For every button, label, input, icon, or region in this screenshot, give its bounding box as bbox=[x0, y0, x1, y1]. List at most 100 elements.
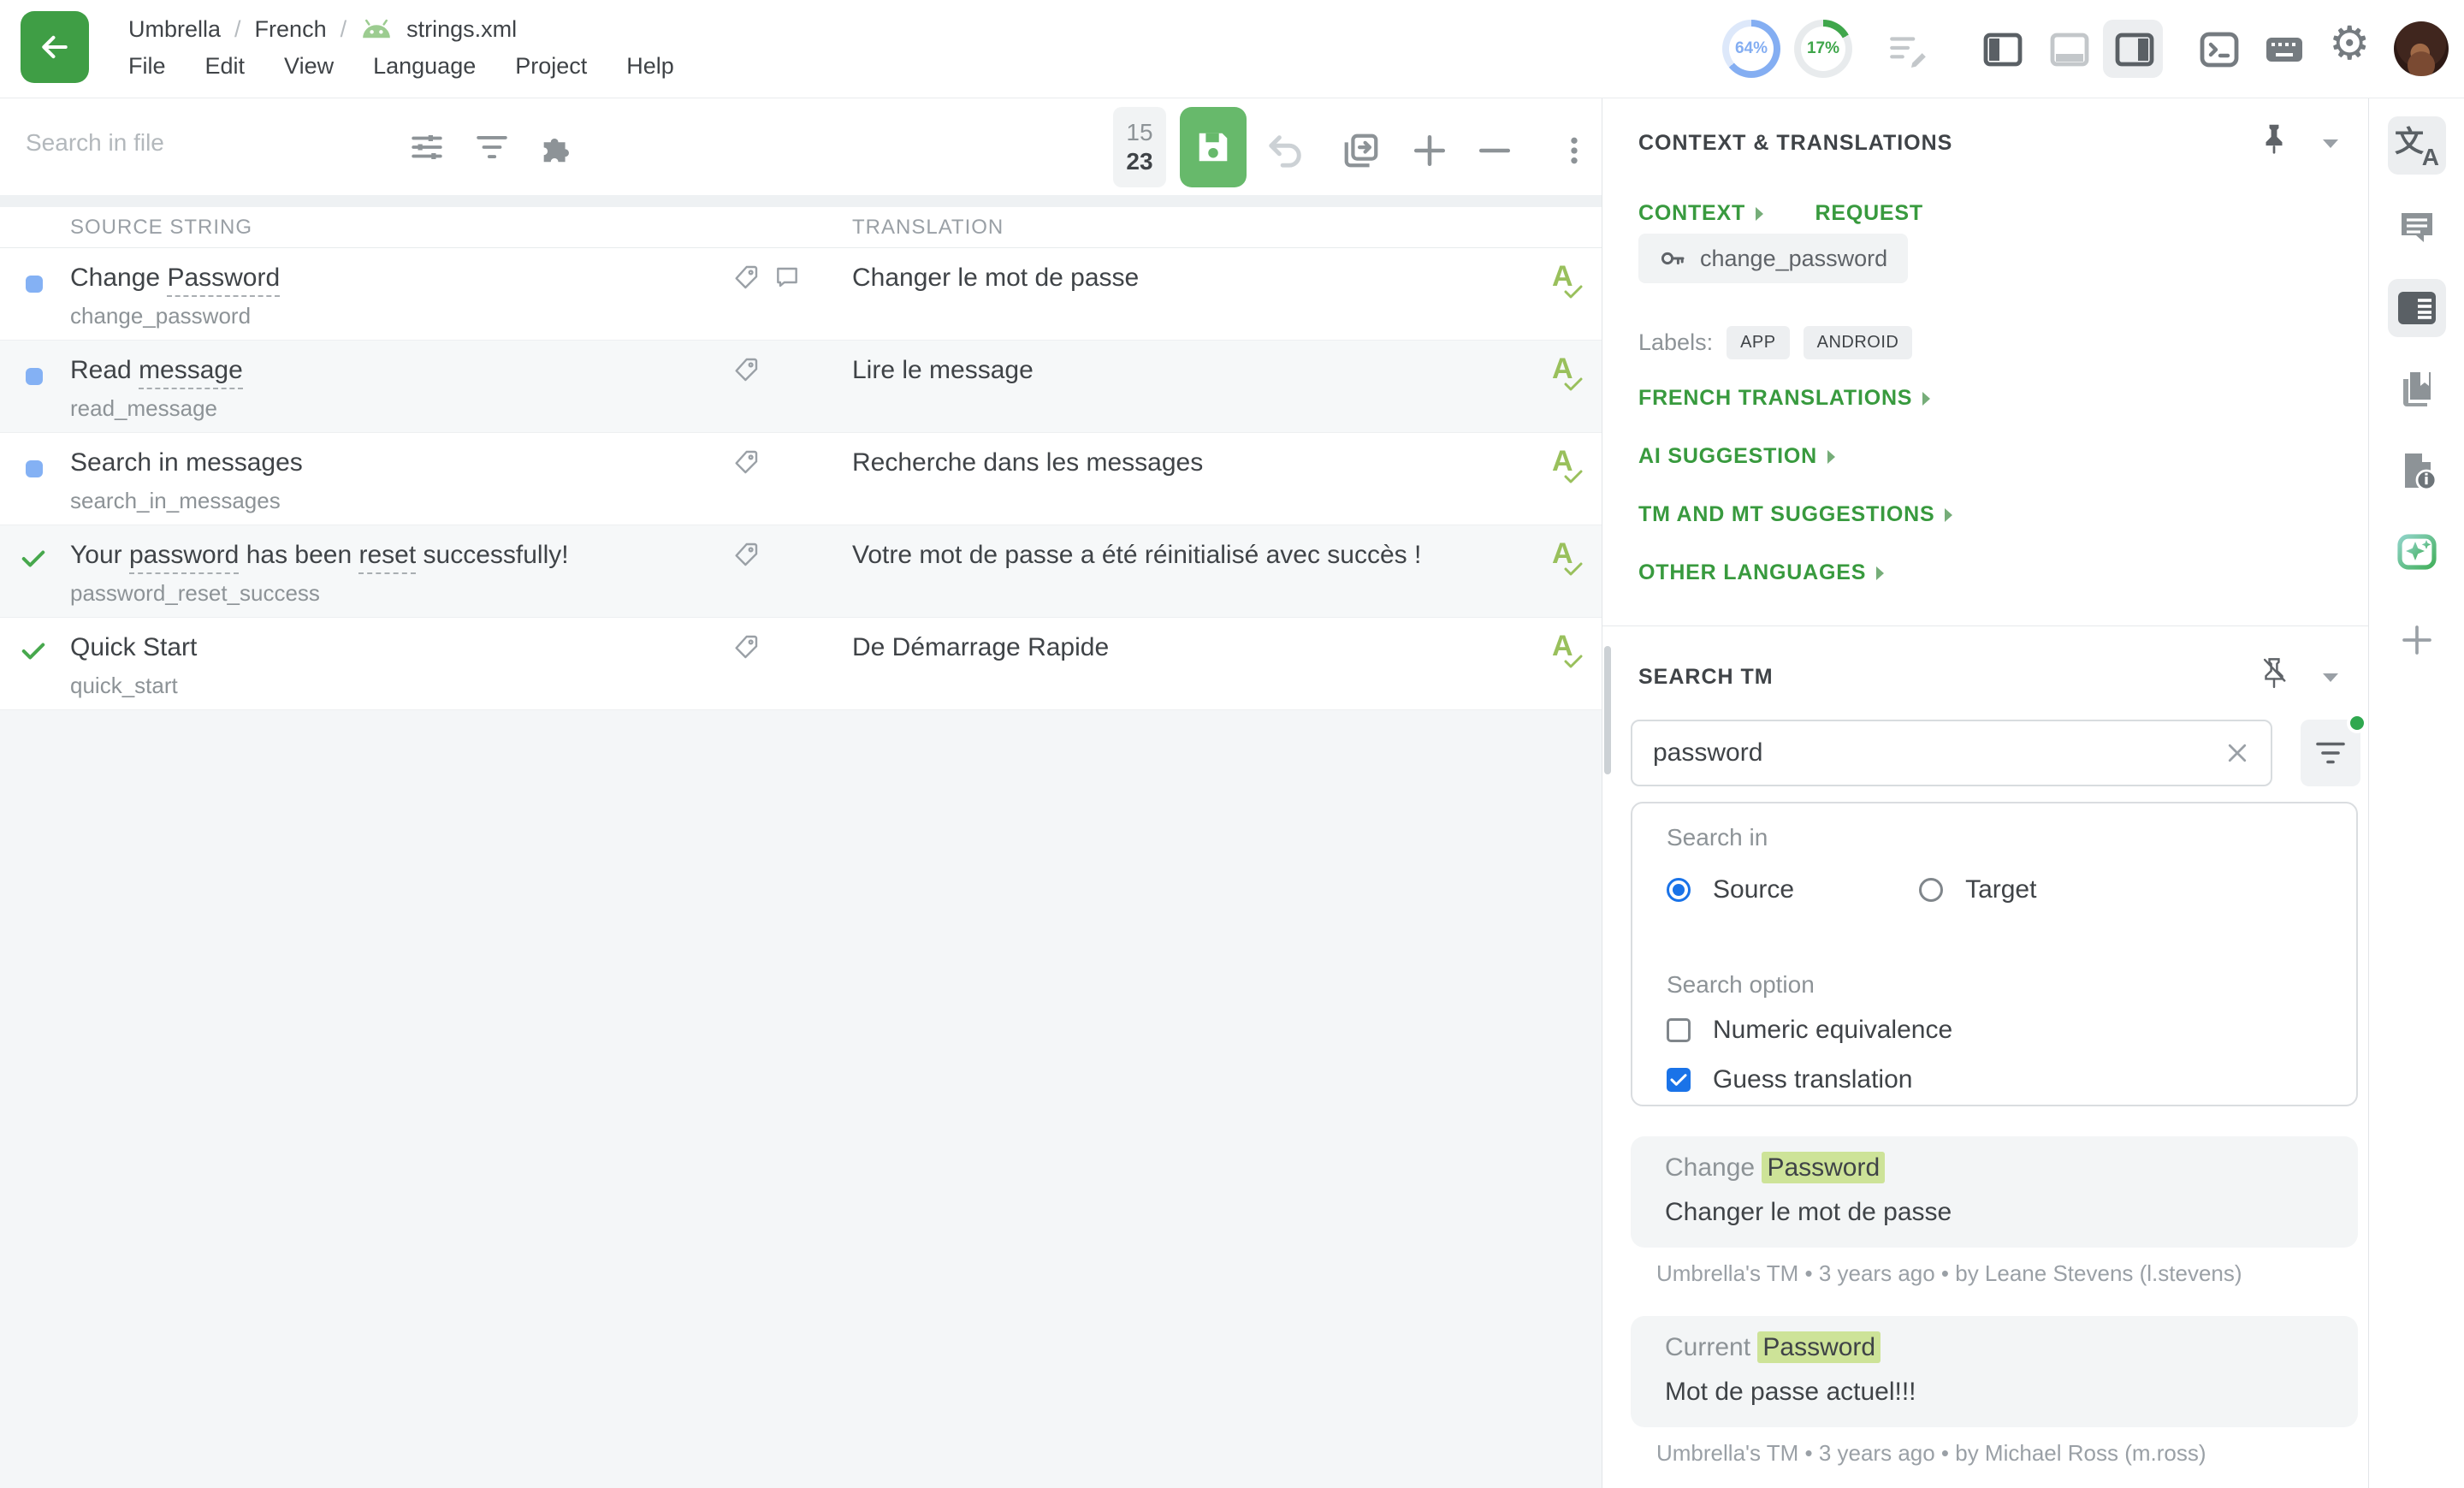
target-radio-label[interactable]: Target bbox=[1965, 875, 2036, 904]
filter-settings-icon[interactable] bbox=[409, 129, 445, 165]
table-row[interactable]: Read message read_message Lire le messag… bbox=[0, 341, 1602, 433]
tm-result-meta: Umbrella's TM • 3 years ago • by Michael… bbox=[1656, 1440, 2206, 1467]
breadcrumb: Umbrella / French / strings.xml bbox=[128, 14, 517, 44]
table-row[interactable]: Your password has been reset successfull… bbox=[0, 525, 1602, 618]
undo-icon[interactable] bbox=[1266, 133, 1306, 169]
menu-language[interactable]: Language bbox=[373, 53, 476, 80]
counter-total: 23 bbox=[1126, 147, 1152, 176]
string-key-value: change_password bbox=[1700, 246, 1887, 272]
tm-search-input[interactable]: password bbox=[1631, 720, 2272, 786]
translation-text: Changer le mot de passe bbox=[852, 264, 1139, 293]
menu-file[interactable]: File bbox=[128, 53, 166, 80]
context-link[interactable]: CONTEXT bbox=[1638, 201, 1763, 226]
add-panel-icon[interactable] bbox=[2388, 611, 2446, 669]
editor-toolbar: Search in file 15 23 bbox=[0, 98, 1602, 195]
source-string: Change Password bbox=[70, 264, 280, 293]
section-french-translations[interactable]: FRENCH TRANSLATIONS bbox=[1638, 386, 1930, 411]
copy-source-icon[interactable] bbox=[1342, 131, 1381, 170]
decrease-font-icon[interactable] bbox=[1477, 133, 1513, 169]
approved-progress-ring[interactable]: 17% bbox=[1794, 20, 1852, 78]
menu-edit[interactable]: Edit bbox=[205, 53, 246, 80]
section-ai-suggestion[interactable]: AI SUGGESTION bbox=[1638, 444, 1835, 469]
search-in-file-input[interactable]: Search in file bbox=[26, 129, 164, 157]
console-icon[interactable] bbox=[2199, 29, 2240, 70]
ai-assistant-tab-icon[interactable] bbox=[2388, 523, 2446, 581]
approve-translation-icon[interactable]: A bbox=[1547, 260, 1588, 305]
chevron-down-icon[interactable] bbox=[2323, 673, 2338, 682]
tm-result-translation: Mot de passe actuel!!! bbox=[1665, 1378, 1916, 1407]
numeric-equivalence-checkbox[interactable] bbox=[1667, 1018, 1691, 1042]
comments-tab-icon[interactable] bbox=[2388, 198, 2446, 256]
request-context-link[interactable]: REQUEST bbox=[1815, 201, 1923, 226]
target-radio[interactable] bbox=[1919, 878, 1943, 902]
menu-view[interactable]: View bbox=[284, 53, 334, 80]
left-panel-layout-icon[interactable] bbox=[1983, 33, 2023, 67]
chevron-right-icon bbox=[1922, 392, 1930, 406]
menu-help[interactable]: Help bbox=[626, 53, 674, 80]
translations-tab-icon[interactable]: 文A bbox=[2388, 116, 2446, 175]
back-button[interactable] bbox=[21, 11, 89, 83]
tm-result-card[interactable]: Current Password Mot de passe actuel!!! bbox=[1631, 1316, 2358, 1427]
more-options-kebab-icon[interactable] bbox=[1557, 131, 1591, 170]
table-header: SOURCE STRING TRANSLATION bbox=[0, 207, 1602, 248]
terminology-tab-icon[interactable] bbox=[2388, 360, 2446, 418]
tag-icon bbox=[732, 448, 760, 480]
breadcrumb-language[interactable]: French bbox=[255, 16, 327, 43]
tm-result-source: Current Password bbox=[1665, 1333, 1881, 1362]
tm-filter-button[interactable] bbox=[2301, 720, 2360, 786]
numeric-equivalence-label[interactable]: Numeric equivalence bbox=[1713, 1016, 1952, 1045]
right-panel-layout-icon[interactable] bbox=[2115, 33, 2154, 67]
increase-font-icon[interactable] bbox=[1412, 133, 1448, 169]
context-panel-tab-icon[interactable] bbox=[2388, 279, 2446, 337]
source-string: Your password has been reset successfull… bbox=[70, 541, 569, 570]
context-translations-panel: CONTEXT & TRANSLATIONS CONTEXT REQUEST c… bbox=[1602, 98, 2368, 1488]
tm-search-query: password bbox=[1653, 738, 2224, 768]
keyboard-shortcuts-icon[interactable] bbox=[2264, 29, 2305, 70]
chevron-right-icon bbox=[1827, 450, 1835, 464]
unpin-icon[interactable] bbox=[2260, 656, 2289, 693]
approve-translation-icon[interactable]: A bbox=[1547, 630, 1588, 674]
string-position-counter[interactable]: 15 23 bbox=[1113, 107, 1166, 187]
panel-scrollbar-thumb[interactable] bbox=[1604, 646, 1611, 774]
source-radio[interactable] bbox=[1667, 878, 1691, 902]
settings-gear-icon[interactable]: ⚙ bbox=[2329, 21, 2370, 67]
proofread-notes-icon[interactable] bbox=[1886, 28, 1929, 71]
filter-strings-icon[interactable] bbox=[476, 133, 508, 162]
right-icon-rail: 文A bbox=[2368, 98, 2464, 1488]
section-tm-mt-suggestions[interactable]: TM AND MT SUGGESTIONS bbox=[1638, 502, 1952, 527]
table-row[interactable]: Quick Start quick_start De Démarrage Rap… bbox=[0, 618, 1602, 710]
plugins-puzzle-icon[interactable] bbox=[537, 127, 577, 167]
string-key: read_message bbox=[70, 395, 217, 422]
clear-search-icon[interactable] bbox=[2224, 740, 2250, 766]
guess-translation-checkbox[interactable] bbox=[1667, 1068, 1691, 1092]
guess-translation-label[interactable]: Guess translation bbox=[1713, 1065, 1912, 1094]
context-link-row: CONTEXT REQUEST bbox=[1638, 201, 1923, 226]
tm-result-card[interactable]: Change Password Changer le mot de passe bbox=[1631, 1136, 2358, 1248]
approve-translation-icon[interactable]: A bbox=[1547, 353, 1588, 397]
chevron-down-icon[interactable] bbox=[2323, 139, 2338, 148]
filter-active-dot bbox=[2347, 713, 2367, 733]
approve-translation-icon[interactable]: A bbox=[1547, 445, 1588, 489]
translation-text: Recherche dans les messages bbox=[852, 448, 1203, 477]
breadcrumb-file[interactable]: strings.xml bbox=[406, 16, 517, 43]
bottom-panel-layout-icon[interactable] bbox=[2050, 33, 2089, 67]
file-info-tab-icon[interactable] bbox=[2388, 442, 2446, 500]
translation-text: Votre mot de passe a été réinitialisé av… bbox=[852, 541, 1421, 570]
chevron-right-icon bbox=[1945, 508, 1952, 522]
table-row[interactable]: Change Password change_password Changer … bbox=[0, 248, 1602, 341]
chevron-right-icon bbox=[1756, 207, 1763, 221]
translated-progress-ring[interactable]: 64% bbox=[1722, 20, 1780, 78]
source-radio-label[interactable]: Source bbox=[1713, 875, 1794, 904]
approve-translation-icon[interactable]: A bbox=[1547, 537, 1588, 582]
counter-current: 15 bbox=[1126, 118, 1152, 147]
section-other-languages[interactable]: OTHER LANGUAGES bbox=[1638, 560, 1884, 585]
source-string: Search in messages bbox=[70, 448, 303, 477]
translated-status-icon bbox=[26, 460, 43, 477]
table-row[interactable]: Search in messages search_in_messages Re… bbox=[0, 433, 1602, 525]
breadcrumb-project[interactable]: Umbrella bbox=[128, 16, 221, 43]
user-avatar[interactable] bbox=[2394, 21, 2449, 76]
menu-project[interactable]: Project bbox=[515, 53, 587, 80]
menu-bar: File Edit View Language Project Help bbox=[128, 53, 674, 80]
save-button[interactable] bbox=[1180, 107, 1247, 187]
pin-icon[interactable] bbox=[2260, 122, 2289, 159]
